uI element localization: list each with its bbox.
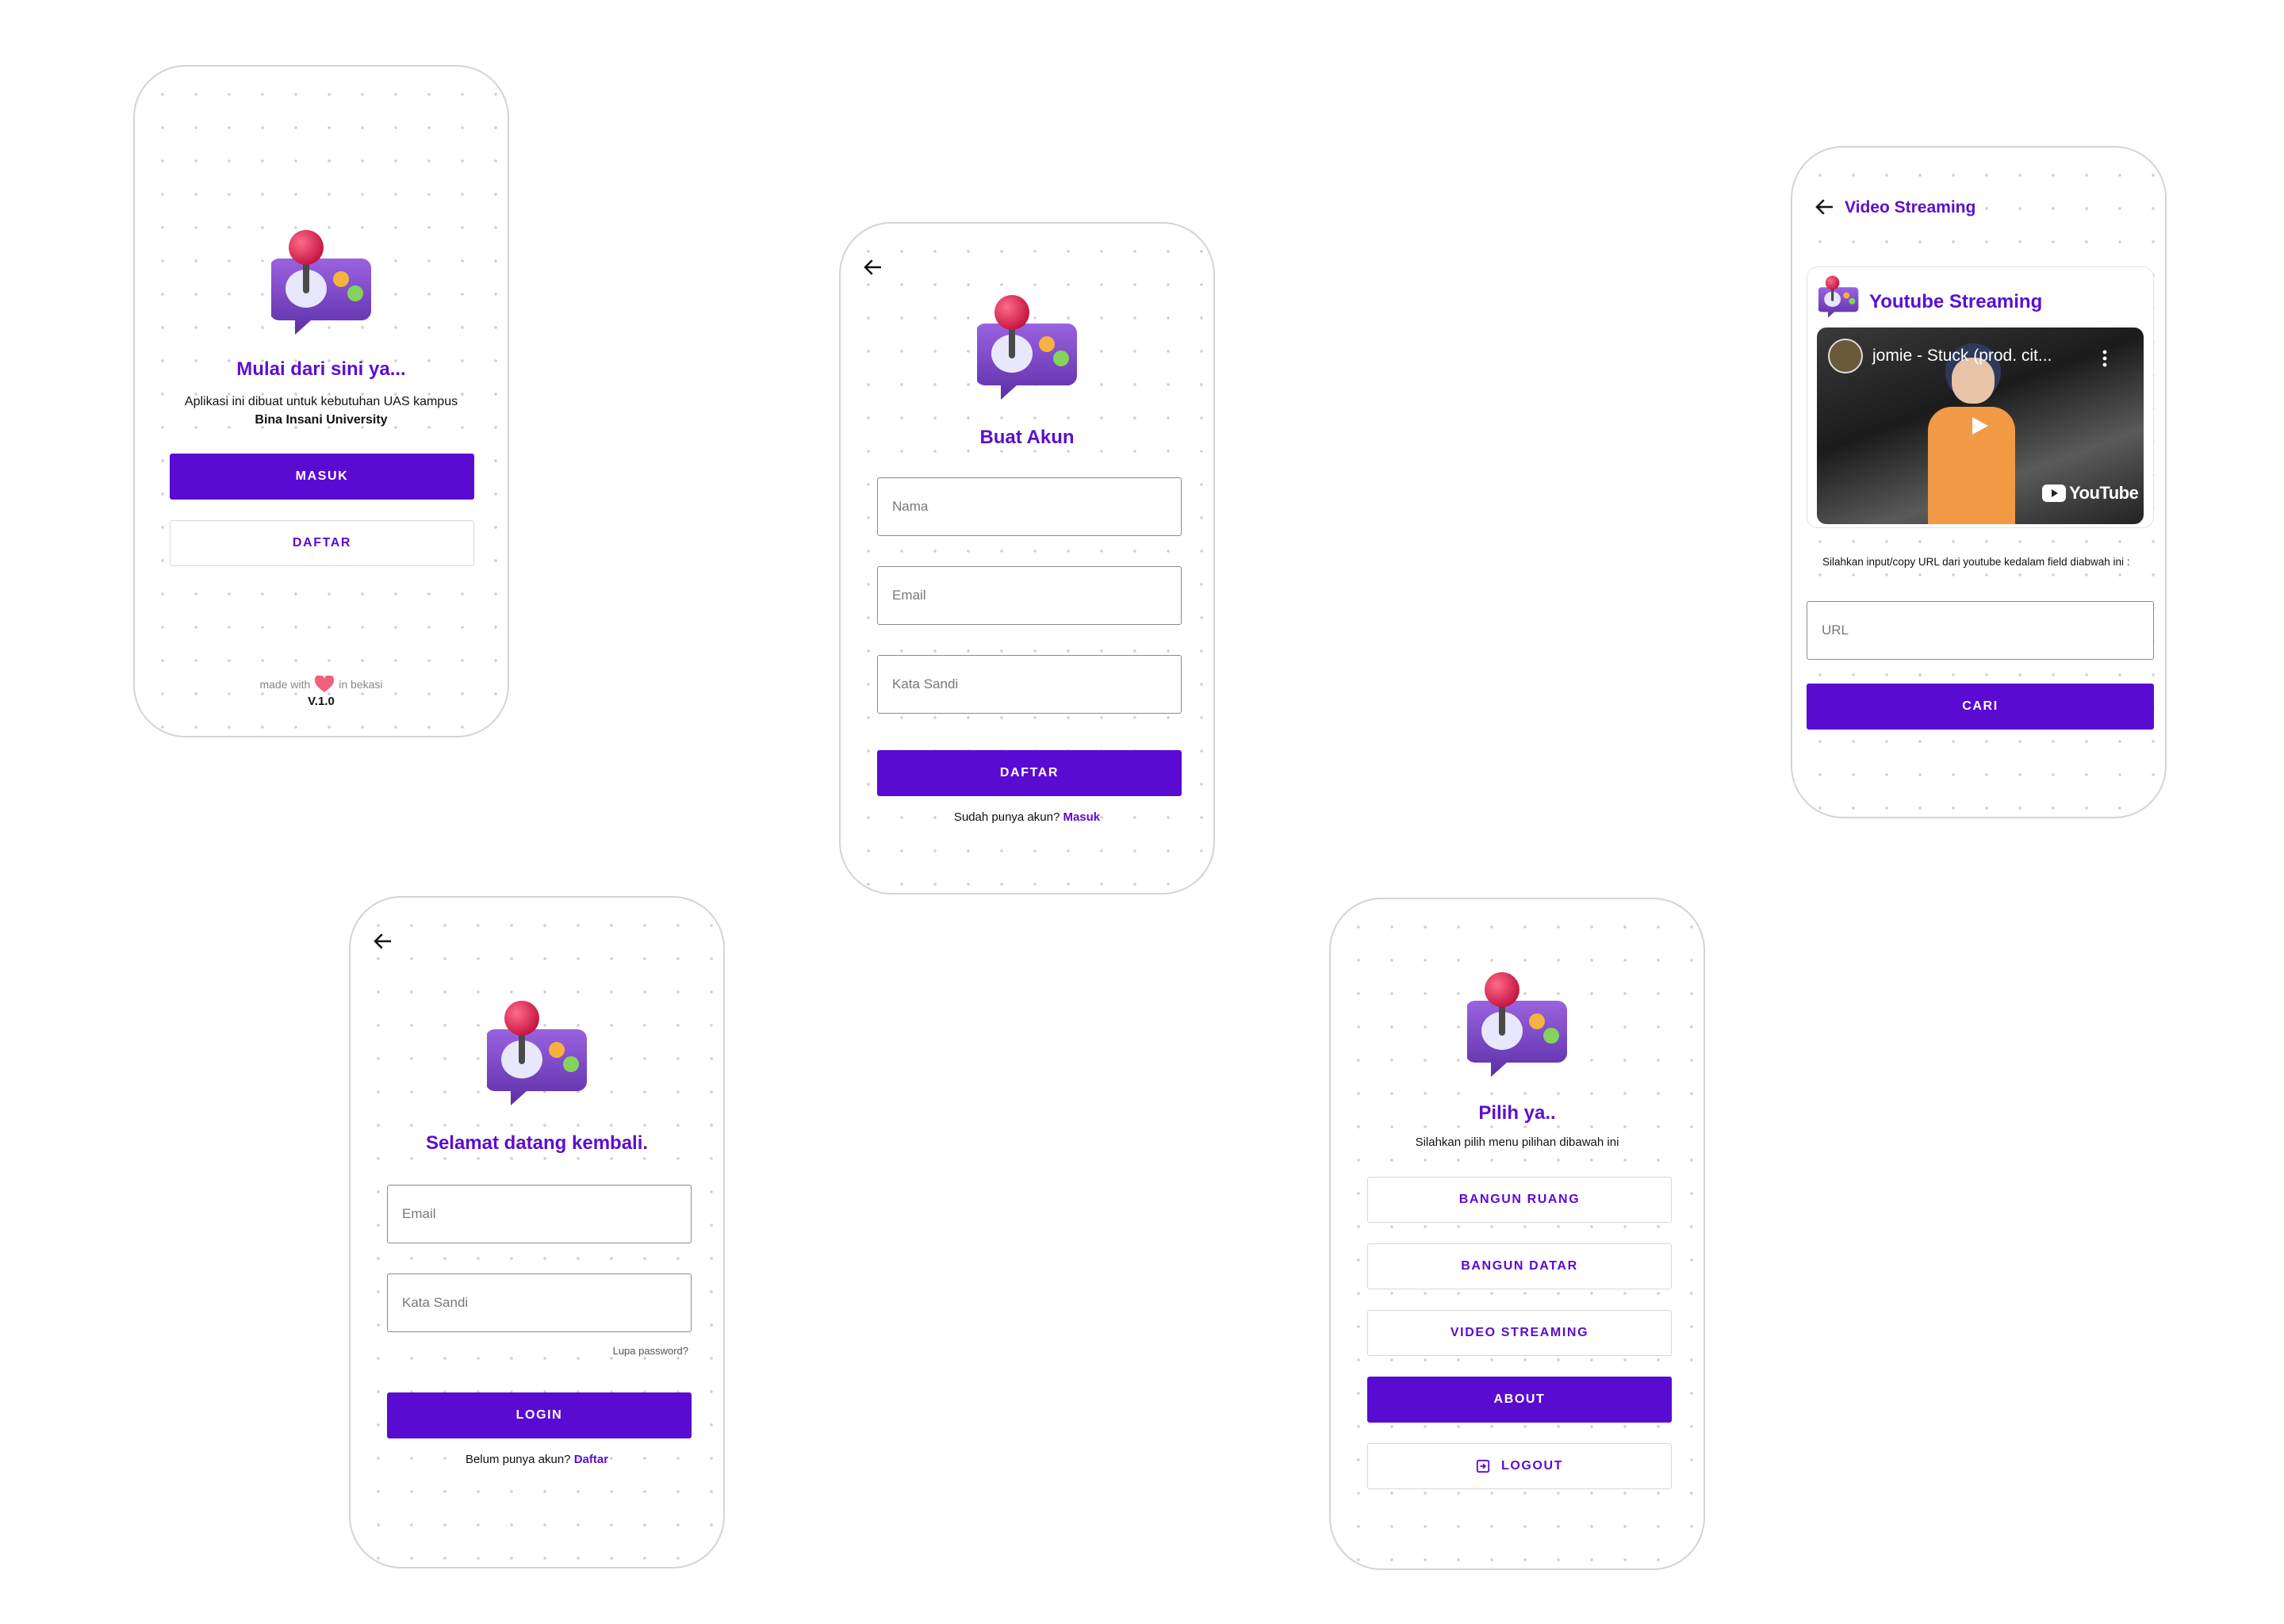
gamepad-logo-icon	[1818, 275, 1860, 320]
video-streaming-screen: Video Streaming Youtube Streaming jomie …	[1791, 146, 2167, 818]
video-thumbnail-figure	[1928, 343, 2015, 524]
page-title: Mulai dari sini ya...	[236, 358, 406, 380]
gamepad-logo-icon	[271, 228, 374, 339]
card-title: Youtube Streaming	[1869, 291, 2043, 312]
login-button[interactable]: LOGIN	[387, 1392, 692, 1438]
login-link[interactable]: Masuk	[1063, 810, 1100, 824]
menu-screen: Pilih ya.. Silahkan pilih menu pilihan d…	[1329, 898, 1705, 1570]
bangun-ruang-button[interactable]: BANGUN RUANG	[1367, 1177, 1672, 1223]
arrow-left-icon[interactable]	[861, 255, 885, 279]
page-title: Pilih ya..	[1478, 1102, 1556, 1124]
password-field[interactable]: Kata Sandi	[877, 655, 1182, 714]
page-title: Buat Akun	[979, 427, 1075, 448]
daftar-submit-button[interactable]: DAFTAR	[877, 750, 1182, 796]
register-screen: Buat Akun Nama Email Kata Sandi DAFTAR S…	[839, 222, 1215, 894]
more-vert-icon[interactable]	[2102, 350, 2107, 367]
name-field[interactable]: Nama	[877, 477, 1182, 536]
gamepad-logo-icon	[977, 293, 1080, 404]
bangun-datar-button[interactable]: BANGUN DATAR	[1367, 1243, 1672, 1289]
login-screen: Selamat datang kembali. Email Kata Sandi…	[349, 896, 725, 1568]
email-field[interactable]: Email	[877, 566, 1182, 625]
youtube-card: Youtube Streaming jomie - Stuck (prod. c…	[1807, 266, 2154, 528]
email-field[interactable]: Email	[387, 1185, 692, 1243]
play-icon[interactable]	[1972, 416, 1988, 435]
login-prompt: Sudah punya akun? Masuk	[841, 810, 1213, 824]
password-field[interactable]: Kata Sandi	[387, 1274, 692, 1332]
version-label: V.1.0	[308, 695, 335, 708]
video-title: jomie - Stuck (prod. cit...	[1872, 347, 2052, 365]
header-title: Video Streaming	[1845, 198, 1976, 216]
page-title: Selamat datang kembali.	[425, 1132, 649, 1154]
gamepad-logo-icon	[487, 999, 590, 1110]
channel-avatar	[1828, 339, 1863, 373]
register-link[interactable]: Daftar	[574, 1453, 608, 1466]
video-streaming-button[interactable]: VIDEO STREAMING	[1367, 1310, 1672, 1356]
forgot-password-link[interactable]: Lupa password?	[613, 1345, 688, 1357]
logout-label: LOGOUT	[1500, 1459, 1564, 1473]
heart-icon	[315, 676, 335, 692]
made-with-text: made with	[259, 678, 311, 691]
arrow-left-icon[interactable]	[1813, 195, 1837, 219]
instruction-text: Silahkan input/copy URL dari youtube ked…	[1822, 556, 2130, 568]
daftar-button[interactable]: DAFTAR	[170, 520, 474, 566]
no-account-text: Belum punya akun?	[465, 1453, 571, 1466]
youtube-brand-text: YouTube	[2069, 483, 2139, 503]
description-line: Aplikasi ini dibuat untuk kebutuhan UAS …	[184, 395, 458, 408]
youtube-logo-icon	[2042, 485, 2066, 502]
footer-credit: made with in bekasi	[135, 676, 508, 693]
page-subtitle: Silahkan pilih menu pilihan dibawah ini	[1415, 1136, 1619, 1149]
cari-button[interactable]: CARI	[1807, 684, 2154, 730]
in-bekasi-text: in bekasi	[339, 678, 383, 691]
logout-button[interactable]: LOGOUT	[1367, 1443, 1672, 1489]
url-field[interactable]: URL	[1807, 601, 2154, 660]
welcome-screen: Mulai dari sini ya... Aplikasi ini dibua…	[133, 65, 509, 737]
about-button[interactable]: ABOUT	[1367, 1377, 1672, 1423]
youtube-watermark: YouTube	[2042, 483, 2139, 504]
video-player[interactable]: jomie - Stuck (prod. cit... YouTube	[1817, 327, 2144, 524]
register-prompt: Belum punya akun? Daftar	[351, 1453, 723, 1466]
masuk-button[interactable]: MASUK	[170, 454, 474, 500]
gamepad-logo-icon	[1467, 971, 1570, 1082]
university-name: Bina Insani University	[255, 413, 388, 427]
have-account-text: Sudah punya akun?	[953, 810, 1060, 824]
logout-icon	[1476, 1459, 1490, 1473]
arrow-left-icon[interactable]	[371, 929, 395, 953]
